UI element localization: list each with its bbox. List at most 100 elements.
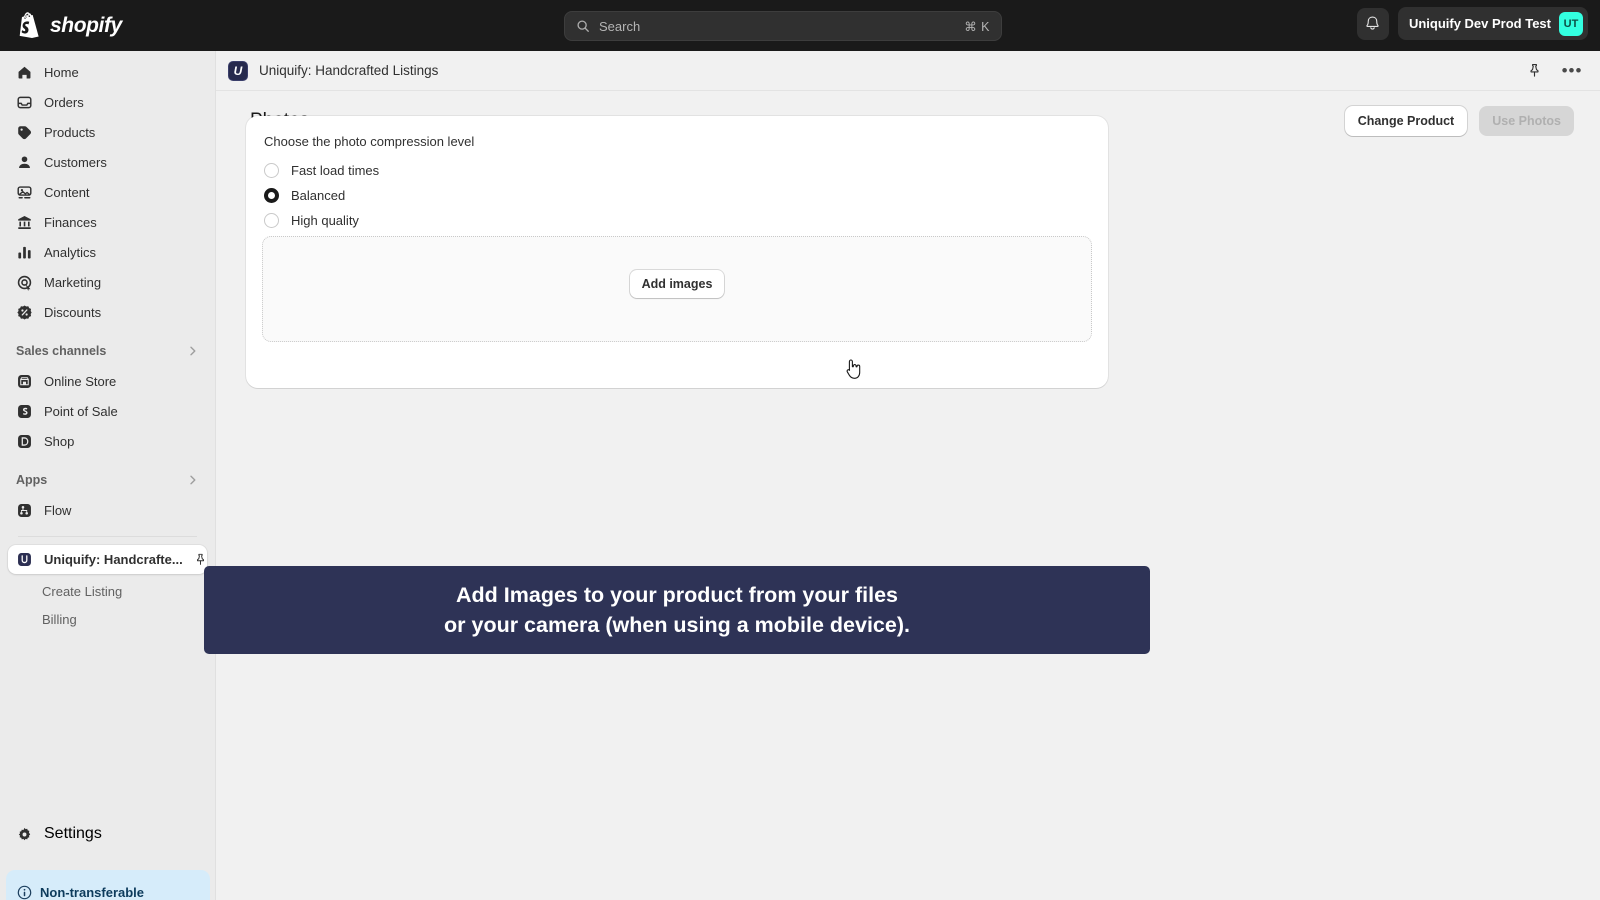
search-placeholder: Search bbox=[599, 18, 641, 34]
sidebar-item-label: Orders bbox=[44, 94, 84, 110]
sidebar-item-content[interactable]: Content bbox=[8, 179, 207, 205]
radio-label: Fast load times bbox=[291, 163, 380, 178]
shopify-bag-icon bbox=[19, 12, 39, 38]
sidebar-item-finances[interactable]: Finances bbox=[8, 209, 207, 235]
sidebar-item-analytics[interactable]: Analytics bbox=[8, 239, 207, 265]
app-header-bar: U Uniquify: Handcrafted Listings ••• bbox=[216, 51, 1600, 91]
sidebar-item-home[interactable]: Home bbox=[8, 59, 207, 85]
app-header-actions: ••• bbox=[1522, 59, 1584, 83]
store-switcher[interactable]: Uniquify Dev Prod Test UT bbox=[1397, 7, 1588, 40]
sidebar-item-point-of-sale[interactable]: Point of Sale bbox=[8, 398, 207, 424]
sidebar-item-shop[interactable]: Shop bbox=[8, 428, 207, 454]
flow-icon bbox=[18, 503, 31, 517]
bar-chart-icon bbox=[18, 246, 31, 258]
sidebar-item-online-store[interactable]: Online Store bbox=[8, 368, 207, 394]
ellipsis-icon: ••• bbox=[1561, 60, 1583, 80]
info-banner-line-2: or your camera (when using a mobile devi… bbox=[444, 613, 910, 637]
chevron-right-icon bbox=[190, 346, 196, 356]
gear-icon bbox=[18, 827, 31, 840]
image-dropzone[interactable]: Add images bbox=[262, 236, 1092, 342]
bell-icon bbox=[1366, 16, 1380, 30]
product-tag-icon bbox=[18, 125, 32, 139]
info-banner: Add Images to your product from your fil… bbox=[204, 566, 1150, 654]
pin-app-button[interactable] bbox=[1522, 59, 1546, 83]
sidebar-section-apps[interactable]: Apps bbox=[8, 468, 207, 492]
sidebar-item-label: Billing bbox=[42, 611, 77, 627]
non-transferable-notice[interactable]: Non-transferable bbox=[6, 870, 210, 900]
app-more-menu-button[interactable]: ••• bbox=[1560, 59, 1584, 83]
info-banner-line-1: Add Images to your product from your fil… bbox=[456, 583, 898, 607]
shop-icon bbox=[18, 434, 31, 448]
radio-indicator bbox=[264, 213, 279, 228]
sidebar-section-sales-channels[interactable]: Sales channels bbox=[8, 339, 207, 363]
radio-option-balanced[interactable]: Balanced bbox=[262, 183, 1092, 208]
content-image-icon bbox=[17, 185, 32, 198]
sidebar-item-settings[interactable]: Settings bbox=[8, 821, 208, 847]
non-transferable-label: Non-transferable bbox=[40, 884, 145, 900]
pos-icon bbox=[18, 404, 31, 418]
sidebar: Home Orders Products Customers Content F… bbox=[0, 51, 216, 900]
marketing-target-icon bbox=[17, 275, 32, 291]
sidebar-item-create-listing[interactable]: Create Listing bbox=[8, 578, 207, 604]
page-actions: Change Product Use Photos bbox=[1344, 105, 1574, 136]
change-product-button[interactable]: Change Product bbox=[1344, 105, 1468, 136]
store-name: Uniquify Dev Prod Test bbox=[1408, 16, 1551, 31]
sidebar-item-marketing[interactable]: Marketing bbox=[8, 269, 207, 295]
bank-icon bbox=[18, 215, 31, 229]
top-bar-right: Uniquify Dev Prod Test UT bbox=[1356, 7, 1588, 40]
sidebar-item-label: Discounts bbox=[44, 304, 102, 320]
sidebar-item-label: Content bbox=[44, 184, 90, 200]
sidebar-item-label: Settings bbox=[44, 825, 102, 842]
add-images-button[interactable]: Add images bbox=[629, 270, 725, 298]
uniquify-app-icon: U bbox=[228, 60, 248, 81]
radio-option-high-quality[interactable]: High quality bbox=[262, 208, 1092, 233]
sidebar-item-flow[interactable]: Flow bbox=[8, 497, 207, 523]
radio-label: Balanced bbox=[291, 188, 346, 203]
radio-indicator bbox=[264, 163, 279, 178]
sidebar-item-label: Point of Sale bbox=[44, 403, 118, 419]
home-icon bbox=[18, 66, 31, 78]
app-identity: U Uniquify: Handcrafted Listings bbox=[228, 60, 439, 81]
info-circle-icon bbox=[17, 885, 32, 899]
sidebar-item-billing[interactable]: Billing bbox=[8, 606, 207, 632]
pin-icon bbox=[196, 553, 204, 565]
app-title: Uniquify: Handcrafted Listings bbox=[259, 63, 439, 78]
sidebar-item-products[interactable]: Products bbox=[8, 119, 207, 145]
sidebar-item-customers[interactable]: Customers bbox=[8, 149, 207, 175]
sidebar-item-label: Uniquify: Handcrafte... bbox=[44, 552, 183, 567]
sidebar-item-label: Home bbox=[44, 64, 79, 80]
sidebar-item-label: Marketing bbox=[44, 274, 102, 290]
top-bar: shopify Search ⌘ K Uniquify Dev Prod Tes… bbox=[0, 0, 1600, 51]
notifications-button[interactable] bbox=[1356, 7, 1389, 40]
uniquify-app-icon bbox=[18, 553, 31, 566]
chevron-right-icon bbox=[190, 475, 196, 485]
sidebar-item-label: Finances bbox=[44, 214, 97, 230]
radio-option-fast-load-times[interactable]: Fast load times bbox=[262, 158, 1092, 183]
storefront-icon bbox=[18, 374, 31, 388]
search-input[interactable]: Search ⌘ K bbox=[564, 11, 1002, 41]
sidebar-item-label: Customers bbox=[44, 154, 107, 170]
pin-icon bbox=[1529, 63, 1539, 77]
sidebar-item-label: Products bbox=[44, 124, 96, 140]
sidebar-item-discounts[interactable]: Discounts bbox=[8, 299, 207, 325]
search-shortcut: ⌘ K bbox=[964, 19, 990, 34]
compression-level-label: Choose the photo compression level bbox=[264, 134, 475, 149]
discount-tag-icon bbox=[17, 305, 32, 319]
sidebar-divider bbox=[18, 536, 197, 537]
sidebar-item-label: Analytics bbox=[44, 244, 97, 260]
use-photos-button: Use Photos bbox=[1479, 105, 1574, 136]
sidebar-item-orders[interactable]: Orders bbox=[8, 89, 207, 115]
radio-indicator-selected bbox=[264, 188, 279, 203]
orders-inbox-icon bbox=[17, 96, 32, 108]
sidebar-section-label: Sales channels bbox=[16, 344, 107, 358]
sidebar-item-label: Online Store bbox=[44, 373, 117, 389]
sidebar-item-uniquify-app[interactable]: Uniquify: Handcrafte... bbox=[8, 545, 207, 574]
sidebar-primary-nav: Home Orders Products Customers Content F… bbox=[0, 51, 215, 632]
shopify-brand[interactable]: shopify bbox=[16, 12, 122, 39]
avatar: UT bbox=[1559, 11, 1583, 36]
search-icon bbox=[577, 20, 589, 32]
sidebar-item-label: Flow bbox=[44, 502, 72, 518]
photo-settings-card: Choose the photo compression level Fast … bbox=[246, 116, 1108, 388]
sidebar-section-label: Apps bbox=[16, 473, 48, 487]
sidebar-item-label: Shop bbox=[44, 433, 75, 449]
